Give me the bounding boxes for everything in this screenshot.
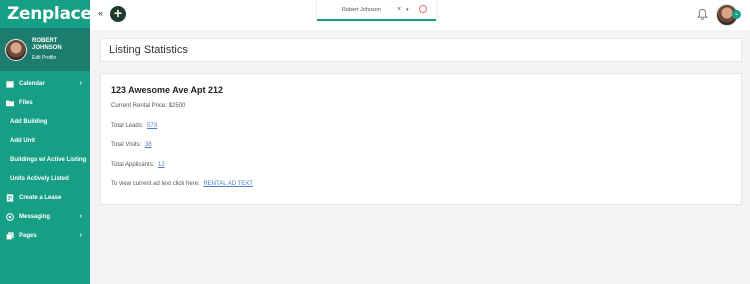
applicants-link[interactable]: 12 bbox=[158, 162, 165, 168]
sidebar-item-units-active[interactable]: Units Actively Listed bbox=[0, 169, 90, 188]
document-icon bbox=[6, 193, 14, 202]
visits-row: Total Visits: 38 bbox=[111, 142, 731, 162]
collapse-sidebar-icon[interactable]: « bbox=[98, 8, 103, 18]
chevron-down-icon[interactable]: ▾ bbox=[406, 7, 409, 13]
page-title: Listing Statistics bbox=[109, 44, 188, 56]
brand-name: Zenplace bbox=[7, 4, 92, 24]
sidebar-item-label: Files bbox=[19, 99, 33, 106]
sidebar-item-add-unit[interactable]: Add Unit bbox=[0, 131, 90, 150]
edit-profile-link[interactable]: Edit Profile bbox=[32, 55, 68, 61]
page-header: Listing Statistics bbox=[100, 38, 742, 62]
user-menu-chevron-icon[interactable]: ⌄ bbox=[732, 10, 741, 19]
listing-stats-card: 123 Awesome Ave Apt 212 Current Rental P… bbox=[100, 73, 742, 205]
bell-icon[interactable] bbox=[697, 8, 708, 20]
folder-icon bbox=[6, 99, 14, 107]
add-button[interactable]: + bbox=[110, 6, 126, 22]
sidebar-item-files[interactable]: Files bbox=[0, 93, 90, 112]
sidebar-nav: Calendar › Files Add Building Add Unit B… bbox=[0, 71, 90, 245]
calendar-icon bbox=[6, 80, 14, 88]
sidebar-item-label: Add Building bbox=[10, 118, 48, 125]
rental-price-text: Current Rental Price: $2500 bbox=[111, 103, 186, 109]
leads-link[interactable]: 573 bbox=[147, 123, 157, 129]
pages-icon bbox=[6, 231, 14, 240]
chevron-right-icon: › bbox=[79, 80, 82, 87]
leads-row: Total Leads: 573 bbox=[111, 123, 731, 143]
applicants-label: Total Applicants: bbox=[111, 161, 155, 168]
sidebar-item-buildings-active[interactable]: Buildings w/ Active Listing bbox=[0, 150, 90, 169]
at-sign-icon bbox=[6, 212, 14, 221]
sidebar-item-label: Pages bbox=[19, 232, 37, 239]
listing-address: 123 Awesome Ave Apt 212 bbox=[111, 85, 224, 95]
user-selector[interactable]: Robert Johnson × ▾ bbox=[317, 0, 436, 21]
rental-ad-text-link[interactable]: RENTAL AD TEXT bbox=[203, 181, 253, 187]
ad-text-label: To view current ad text click here: bbox=[111, 181, 200, 187]
leads-label: Total Leads: bbox=[111, 122, 144, 129]
sidebar-item-label: Calendar bbox=[19, 80, 45, 87]
sidebar-item-create-lease[interactable]: Create a Lease bbox=[0, 188, 90, 207]
sidebar-item-label: Messaging bbox=[19, 213, 51, 220]
visits-label: Total Visits: bbox=[111, 142, 142, 148]
avatar[interactable] bbox=[5, 38, 27, 61]
clear-icon[interactable]: × bbox=[397, 6, 401, 13]
sidebar-item-messaging[interactable]: Messaging › bbox=[0, 207, 90, 226]
visits-link[interactable]: 38 bbox=[145, 142, 152, 148]
rental-price-row: Current Rental Price: $2500 bbox=[111, 103, 731, 123]
profile-panel: ROBERT JOHNSON Edit Profile bbox=[0, 28, 90, 71]
selected-user: Robert Johnson bbox=[342, 6, 381, 13]
sidebar-item-label: Add Unit bbox=[10, 137, 35, 144]
clock-icon[interactable] bbox=[419, 5, 427, 13]
chevron-right-icon: › bbox=[79, 213, 82, 220]
brand-logo[interactable]: Zenplace bbox=[0, 0, 92, 28]
profile-name: ROBERT JOHNSON bbox=[32, 38, 62, 51]
top-bar: « + Robert Johnson × ▾ ⌄ bbox=[90, 0, 750, 30]
chevron-right-icon: › bbox=[79, 232, 82, 239]
sidebar: Zenplace ROBERT JOHNSON Edit Profile Cal… bbox=[0, 0, 92, 284]
sidebar-item-pages[interactable]: Pages › bbox=[0, 226, 90, 245]
sidebar-item-calendar[interactable]: Calendar › bbox=[0, 74, 90, 93]
applicants-row: Total Applicants: 12 bbox=[111, 162, 731, 182]
sidebar-item-label: Buildings w/ Active Listing bbox=[10, 156, 87, 163]
sidebar-item-label: Units Actively Listed bbox=[10, 175, 69, 182]
sidebar-item-add-building[interactable]: Add Building bbox=[0, 112, 90, 131]
sidebar-item-label: Create a Lease bbox=[19, 194, 62, 201]
ad-text-row: To view current ad text click here: RENT… bbox=[111, 181, 731, 201]
